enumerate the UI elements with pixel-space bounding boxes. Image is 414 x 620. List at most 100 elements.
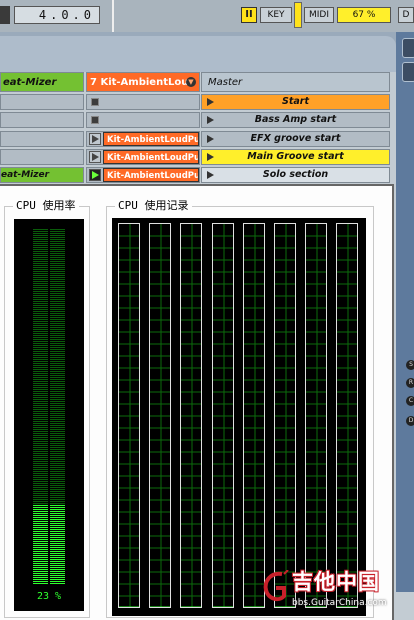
meter-segment — [50, 405, 65, 406]
meter-segment — [33, 569, 48, 570]
meter-segment — [50, 503, 65, 504]
meter-segment — [50, 349, 65, 350]
meter-segment — [33, 249, 48, 250]
song-position-display[interactable]: 4.0.0 — [14, 6, 100, 24]
clip-name[interactable]: Kit-AmbientLoudPu — [103, 132, 199, 146]
meter-segment — [33, 319, 48, 320]
meter-segment — [33, 477, 48, 478]
meter-segment — [50, 493, 65, 494]
key-map-button[interactable]: KEY — [260, 7, 292, 23]
meter-segment — [33, 535, 48, 536]
cpu-usage-panel: 23 % — [14, 219, 84, 611]
side-dot-d[interactable]: D — [406, 416, 414, 426]
side-dot-c[interactable]: C — [406, 396, 414, 406]
watermark-site-name: 吉他中国 — [292, 570, 380, 594]
clip-stop-icon[interactable] — [91, 98, 99, 106]
clip-slot-col2[interactable]: Kit-AmbientLoudPu — [86, 131, 200, 147]
midi-map-button[interactable]: MIDI — [304, 7, 334, 23]
scene-launch-icon[interactable] — [207, 135, 214, 143]
track-header-kit-ambient[interactable]: 7 Kit-AmbientLou ▼ — [86, 72, 200, 92]
scene-launch-slot[interactable]: Start — [201, 94, 390, 110]
scene-launch-slot[interactable]: Main Groove start — [201, 149, 390, 165]
meter-segment — [50, 293, 65, 294]
track-fold-icon[interactable]: ▼ — [186, 77, 196, 87]
meter-segment — [50, 323, 65, 324]
meter-segment — [33, 373, 48, 374]
cpu-history-group: CPU 使用记录 — [106, 199, 374, 618]
meter-segment — [50, 429, 65, 430]
meter-segment — [33, 307, 48, 308]
meter-segment — [33, 255, 48, 256]
meter-segment — [50, 317, 65, 318]
cpu-usage-group: CPU 使用率 23 % — [4, 199, 90, 618]
meter-segment — [33, 377, 48, 378]
meter-segment — [33, 433, 48, 434]
cpu-core-history-graph — [336, 223, 358, 608]
meter-segment — [33, 561, 48, 562]
clip-launch-icon[interactable] — [89, 133, 101, 145]
clip-slot-col2[interactable]: Kit-AmbientLoudPu — [86, 149, 200, 165]
clip-launch-icon[interactable] — [89, 169, 101, 181]
scene-launch-slot[interactable]: Bass Amp start — [201, 112, 390, 128]
meter-segment — [33, 411, 48, 412]
clip-slot-col2[interactable] — [86, 112, 200, 128]
meter-segment — [50, 561, 65, 562]
scene-launch-icon[interactable] — [207, 153, 214, 161]
meter-segment — [50, 291, 65, 292]
clip-slot-col1[interactable]: eat-Mizer — [0, 167, 84, 183]
meter-segment — [50, 299, 65, 300]
meter-segment — [33, 579, 48, 580]
clip-slot-col2[interactable] — [86, 94, 200, 110]
pause-button[interactable]: II — [241, 7, 257, 23]
watermark-url: bbs.GuitarChina.com — [292, 598, 387, 608]
meter-segment — [50, 499, 65, 500]
view-toggle-button[interactable] — [402, 62, 414, 82]
meter-segment — [33, 543, 48, 544]
meter-segment — [33, 421, 48, 422]
meter-segment — [50, 399, 65, 400]
clip-name[interactable]: Kit-AmbientLoudPu — [103, 150, 199, 164]
meter-segment — [33, 445, 48, 446]
meter-segment — [50, 497, 65, 498]
meter-segment — [50, 563, 65, 564]
meter-segment — [50, 573, 65, 574]
clip-slot-col2[interactable]: Kit-AmbientLoudPu — [86, 167, 200, 183]
side-dot-r[interactable]: R — [406, 378, 414, 388]
meter-segment — [33, 475, 48, 476]
track-header-master[interactable]: Master — [201, 72, 390, 92]
meter-segment — [33, 415, 48, 416]
meter-segment — [50, 567, 65, 568]
meter-segment — [50, 529, 65, 530]
scene-launch-slot[interactable]: EFX groove start — [201, 131, 390, 147]
meter-segment — [33, 425, 48, 426]
clip-slot-col1[interactable] — [0, 149, 84, 165]
track-header-beat-mizer[interactable]: eat-Mizer — [0, 72, 84, 92]
meter-segment — [33, 583, 48, 584]
clip-launch-icon[interactable] — [89, 151, 101, 163]
scene-launch-icon[interactable] — [207, 116, 214, 124]
meter-segment — [50, 527, 65, 528]
meter-segment — [33, 545, 48, 546]
meter-segment — [50, 453, 65, 454]
meter-segment — [50, 459, 65, 460]
cpu-core-history-plot — [244, 224, 264, 607]
clip-slot-col1[interactable] — [0, 112, 84, 128]
meter-segment — [50, 395, 65, 396]
meter-segment — [33, 393, 48, 394]
clip-name[interactable]: Kit-AmbientLoudPu — [103, 168, 199, 182]
clip-slot-col1[interactable] — [0, 94, 84, 110]
scene-launch-slot[interactable]: Solo section — [201, 167, 390, 183]
scene-launch-icon[interactable] — [207, 171, 214, 179]
meter-segment — [33, 361, 48, 362]
meter-segment — [50, 261, 65, 262]
side-dot-s[interactable]: S — [406, 360, 414, 370]
meter-segment — [50, 543, 65, 544]
scene-launch-icon[interactable] — [207, 98, 214, 106]
meter-segment — [33, 413, 48, 414]
clip-slot-col1[interactable] — [0, 131, 84, 147]
meter-segment — [50, 285, 65, 286]
meter-segment — [33, 553, 48, 554]
clip-stop-icon[interactable] — [91, 116, 99, 124]
hide-browser-button[interactable] — [402, 38, 414, 58]
meter-segment — [50, 443, 65, 444]
